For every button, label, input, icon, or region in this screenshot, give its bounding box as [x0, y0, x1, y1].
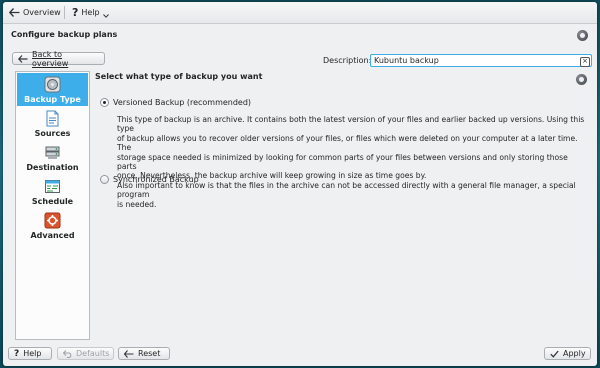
destination-icon	[44, 144, 61, 161]
sidebar-item-label: Destination	[26, 163, 79, 172]
sidebar: Backup Type Sources Destination Schedule…	[15, 71, 90, 340]
versioned-backup-option[interactable]: Versioned Backup (recommended)	[100, 98, 251, 107]
reset-button-label: Reset	[138, 349, 161, 358]
backup-type-page: Select what type of backup you want Vers…	[95, 71, 595, 340]
sidebar-item-label: Sources	[34, 129, 71, 138]
arrow-left-icon	[9, 8, 20, 17]
app-window: Overview ? Help Configure backup plans B…	[3, 2, 597, 366]
back-to-overview-button[interactable]: Back to overview	[12, 49, 105, 68]
chevron-down-icon	[102, 13, 109, 18]
description-line: is needed.	[117, 199, 157, 209]
restore-defaults-icon	[63, 349, 72, 358]
toolbar: Overview ? Help	[3, 2, 597, 24]
button-bar: ? Help Defaults Reset Apply	[3, 347, 597, 366]
sources-icon	[44, 110, 61, 127]
help-button[interactable]: ? Help	[8, 347, 52, 360]
versioned-backup-radio[interactable]	[100, 98, 109, 107]
defaults-button[interactable]: Defaults	[57, 347, 114, 360]
sidebar-item-label: Advanced	[30, 231, 75, 240]
page-title: Configure backup plans	[11, 30, 118, 39]
defaults-button-label: Defaults	[76, 349, 110, 358]
section-heading: Select what type of backup you want	[95, 72, 263, 81]
checkmark-icon	[550, 350, 559, 358]
overview-label: Overview	[23, 8, 61, 17]
description-input[interactable]	[370, 54, 592, 67]
schedule-icon	[44, 178, 61, 195]
sidebar-item-advanced[interactable]: Advanced	[17, 209, 88, 242]
sidebar-item-sources[interactable]: Sources	[17, 107, 88, 140]
description-line: This type of backup is an archive. It co…	[117, 115, 585, 134]
description-line: of backup allows you to recover older ve…	[117, 133, 578, 153]
reset-button[interactable]: Reset	[118, 347, 170, 360]
sidebar-item-destination[interactable]: Destination	[17, 141, 88, 174]
advanced-icon	[44, 212, 61, 229]
sidebar-item-backup-type[interactable]: Backup Type	[17, 73, 88, 106]
overview-button[interactable]: Overview	[6, 5, 64, 20]
clear-text-icon[interactable]: ×	[580, 57, 590, 67]
synchronized-backup-radio[interactable]	[100, 175, 109, 184]
description-line: storage space needed is minimized by loo…	[117, 152, 568, 172]
sidebar-item-label: Backup Type	[24, 95, 81, 104]
arrow-left-icon	[18, 54, 28, 63]
sidebar-item-schedule[interactable]: Schedule	[17, 175, 88, 208]
back-to-overview-label: Back to overview	[32, 49, 69, 68]
help-menu-button[interactable]: ? Help	[69, 5, 112, 20]
configure-icon[interactable]	[577, 30, 588, 41]
apply-button[interactable]: Apply	[544, 347, 591, 360]
help-button-label: Help	[23, 349, 42, 358]
description-label: Description:	[323, 56, 372, 65]
backup-type-icon	[44, 76, 61, 93]
apply-button-label: Apply	[563, 349, 586, 358]
page-options-icon[interactable]	[576, 74, 587, 85]
reset-icon	[124, 349, 134, 358]
versioned-backup-description: This type of backup is an archive. It co…	[117, 115, 585, 209]
toolbar-separator	[64, 6, 65, 19]
help-icon: ?	[14, 348, 20, 359]
sidebar-item-label: Schedule	[31, 197, 74, 206]
synchronized-backup-label: Synchronized Backup	[113, 175, 199, 184]
help-icon: ?	[72, 6, 79, 19]
help-menu-label: Help	[81, 8, 100, 17]
versioned-backup-label: Versioned Backup (recommended)	[113, 98, 252, 107]
synchronized-backup-option[interactable]: Synchronized Backup	[100, 175, 199, 184]
